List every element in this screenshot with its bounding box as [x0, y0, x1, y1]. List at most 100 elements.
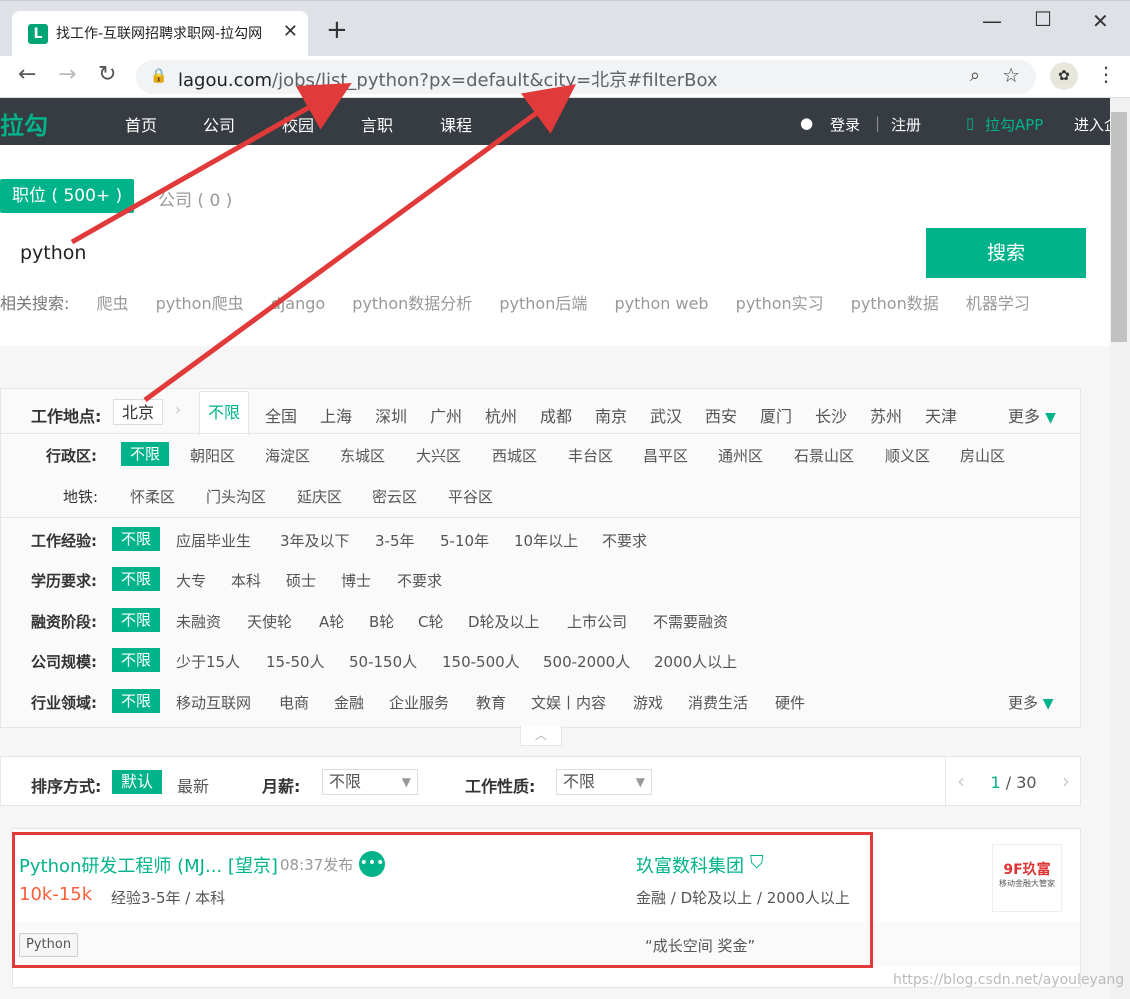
related-keyword[interactable]: 爬虫 — [97, 294, 129, 313]
related-keyword[interactable]: python实习 — [736, 294, 824, 313]
nav-talk[interactable]: 言职 — [361, 112, 393, 136]
company-logo[interactable]: 9F玖富 移动金融大管家 — [992, 844, 1062, 912]
forward-icon[interactable]: → — [58, 62, 76, 87]
login-link[interactable]: 登录 — [830, 114, 860, 135]
size-option[interactable]: 15-50人 — [266, 651, 325, 672]
size-option[interactable]: 150-500人 — [442, 651, 520, 672]
city-option[interactable]: 武汉 — [650, 403, 682, 427]
zoom-icon[interactable]: ⌕ — [970, 65, 980, 86]
funding-option[interactable]: 天使轮 — [247, 611, 292, 632]
city-option[interactable]: 深圳 — [375, 403, 407, 427]
collapse-filters-icon[interactable]: ︿ — [520, 726, 562, 746]
district-option[interactable]: 密云区 — [372, 486, 417, 507]
next-page-icon[interactable]: › — [1062, 769, 1070, 793]
browser-menu-icon[interactable]: ⋮ — [1096, 62, 1116, 86]
tab-companies[interactable]: 公司 ( 0 ) — [158, 186, 232, 211]
city-option[interactable]: 长沙 — [815, 403, 847, 427]
experience-option[interactable]: 10年以上 — [514, 530, 578, 551]
experience-unlimited[interactable]: 不限 — [112, 527, 161, 551]
search-button[interactable]: 搜索 — [926, 228, 1086, 278]
industry-option[interactable]: 文娱丨内容 — [531, 692, 606, 713]
size-option[interactable]: 少于15人 — [176, 651, 240, 672]
current-city[interactable]: 北京 — [113, 399, 164, 425]
district-option[interactable]: 顺义区 — [885, 445, 930, 466]
city-option[interactable]: 厦门 — [760, 403, 792, 427]
district-option[interactable]: 丰台区 — [568, 445, 613, 466]
related-keyword[interactable]: python web — [614, 294, 708, 313]
tab-jobs[interactable]: 职位 ( 500+ ) — [0, 179, 135, 213]
maximize-icon[interactable]: ☐ — [1034, 7, 1052, 31]
city-option[interactable]: 成都 — [540, 403, 572, 427]
reload-icon[interactable]: ↻ — [98, 62, 116, 87]
browser-tab[interactable]: L 找工作-互联网招聘求职网-拉勾网 ✕ — [12, 11, 308, 57]
education-option[interactable]: 不要求 — [397, 570, 442, 591]
site-logo[interactable]: 拉勾 — [0, 106, 48, 141]
size-option[interactable]: 50-150人 — [349, 651, 417, 672]
nav-company[interactable]: 公司 — [203, 112, 235, 136]
sort-default[interactable]: 默认 — [112, 770, 163, 794]
district-option[interactable]: 通州区 — [718, 445, 763, 466]
back-icon[interactable]: ← — [18, 62, 36, 87]
more-industries-button[interactable]: 更多 ▼ — [1008, 692, 1054, 713]
url-text[interactable]: lagou.com/jobs/list_python?px=default&ci… — [178, 66, 718, 92]
experience-option[interactable]: 3-5年 — [375, 530, 415, 551]
district-option[interactable]: 朝阳区 — [190, 445, 235, 466]
related-keyword[interactable]: python数据 — [851, 294, 939, 313]
district-option[interactable]: 石景山区 — [794, 445, 854, 466]
funding-unlimited[interactable]: 不限 — [112, 608, 161, 632]
new-tab-button[interactable]: + — [326, 17, 348, 43]
district-option[interactable]: 大兴区 — [416, 445, 461, 466]
city-option[interactable]: 上海 — [320, 403, 352, 427]
industry-option[interactable]: 消费生活 — [688, 692, 748, 713]
experience-option[interactable]: 应届毕业生 — [176, 530, 251, 551]
related-keyword[interactable]: python后端 — [499, 294, 587, 313]
industry-option[interactable]: 企业服务 — [389, 692, 449, 713]
district-option[interactable]: 海淀区 — [265, 445, 310, 466]
related-keyword[interactable]: django — [271, 294, 326, 313]
close-tab-icon[interactable]: ✕ — [283, 21, 298, 42]
district-option[interactable]: 门头沟区 — [206, 486, 266, 507]
industry-option[interactable]: 电商 — [279, 692, 309, 713]
industry-option[interactable]: 游戏 — [633, 692, 663, 713]
funding-option[interactable]: 不需要融资 — [653, 611, 728, 632]
district-unlimited[interactable]: 不限 — [121, 442, 170, 466]
education-option[interactable]: 本科 — [231, 570, 261, 591]
funding-option[interactable]: A轮 — [319, 611, 344, 632]
funding-option[interactable]: C轮 — [418, 611, 443, 632]
scrollbar-thumb[interactable] — [1111, 112, 1127, 342]
funding-option[interactable]: B轮 — [369, 611, 394, 632]
funding-option[interactable]: D轮及以上 — [468, 611, 540, 632]
district-option[interactable]: 昌平区 — [643, 445, 688, 466]
district-option[interactable]: 东城区 — [340, 445, 385, 466]
bookmark-star-icon[interactable]: ☆ — [1002, 63, 1020, 87]
more-cities-button[interactable]: 更多 ▼ — [1008, 403, 1056, 427]
nav-campus[interactable]: 校园 — [282, 112, 314, 136]
experience-option[interactable]: 不要求 — [602, 530, 647, 551]
subway-tab[interactable]: 地铁: — [63, 486, 98, 507]
address-bar[interactable]: 🔒 lagou.com/jobs/list_python?px=default&… — [136, 60, 1036, 94]
sort-latest[interactable]: 最新 — [177, 773, 209, 797]
search-input[interactable] — [0, 228, 926, 278]
size-option[interactable]: 2000人以上 — [654, 651, 737, 672]
funding-option[interactable]: 未融资 — [176, 611, 221, 632]
education-option[interactable]: 硕士 — [286, 570, 316, 591]
experience-option[interactable]: 5-10年 — [440, 530, 489, 551]
city-option[interactable]: 西安 — [705, 403, 737, 427]
related-keyword[interactable]: 机器学习 — [966, 294, 1030, 313]
education-option[interactable]: 大专 — [176, 570, 206, 591]
city-option[interactable]: 全国 — [265, 403, 297, 427]
district-option[interactable]: 西城区 — [492, 445, 537, 466]
nav-home[interactable]: 首页 — [125, 112, 157, 136]
nature-select[interactable]: 不限 ▼ — [556, 769, 652, 795]
district-option[interactable]: 平谷区 — [448, 486, 493, 507]
education-unlimited[interactable]: 不限 — [112, 567, 161, 591]
related-keyword[interactable]: python爬虫 — [156, 294, 244, 313]
district-option[interactable]: 延庆区 — [297, 486, 342, 507]
funding-option[interactable]: 上市公司 — [567, 611, 627, 632]
close-window-icon[interactable]: ✕ — [1092, 9, 1109, 33]
industry-option[interactable]: 金融 — [334, 692, 364, 713]
industry-option[interactable]: 硬件 — [775, 692, 805, 713]
education-option[interactable]: 博士 — [341, 570, 371, 591]
minimize-icon[interactable]: — — [982, 9, 1002, 33]
related-keyword[interactable]: python数据分析 — [352, 294, 472, 313]
